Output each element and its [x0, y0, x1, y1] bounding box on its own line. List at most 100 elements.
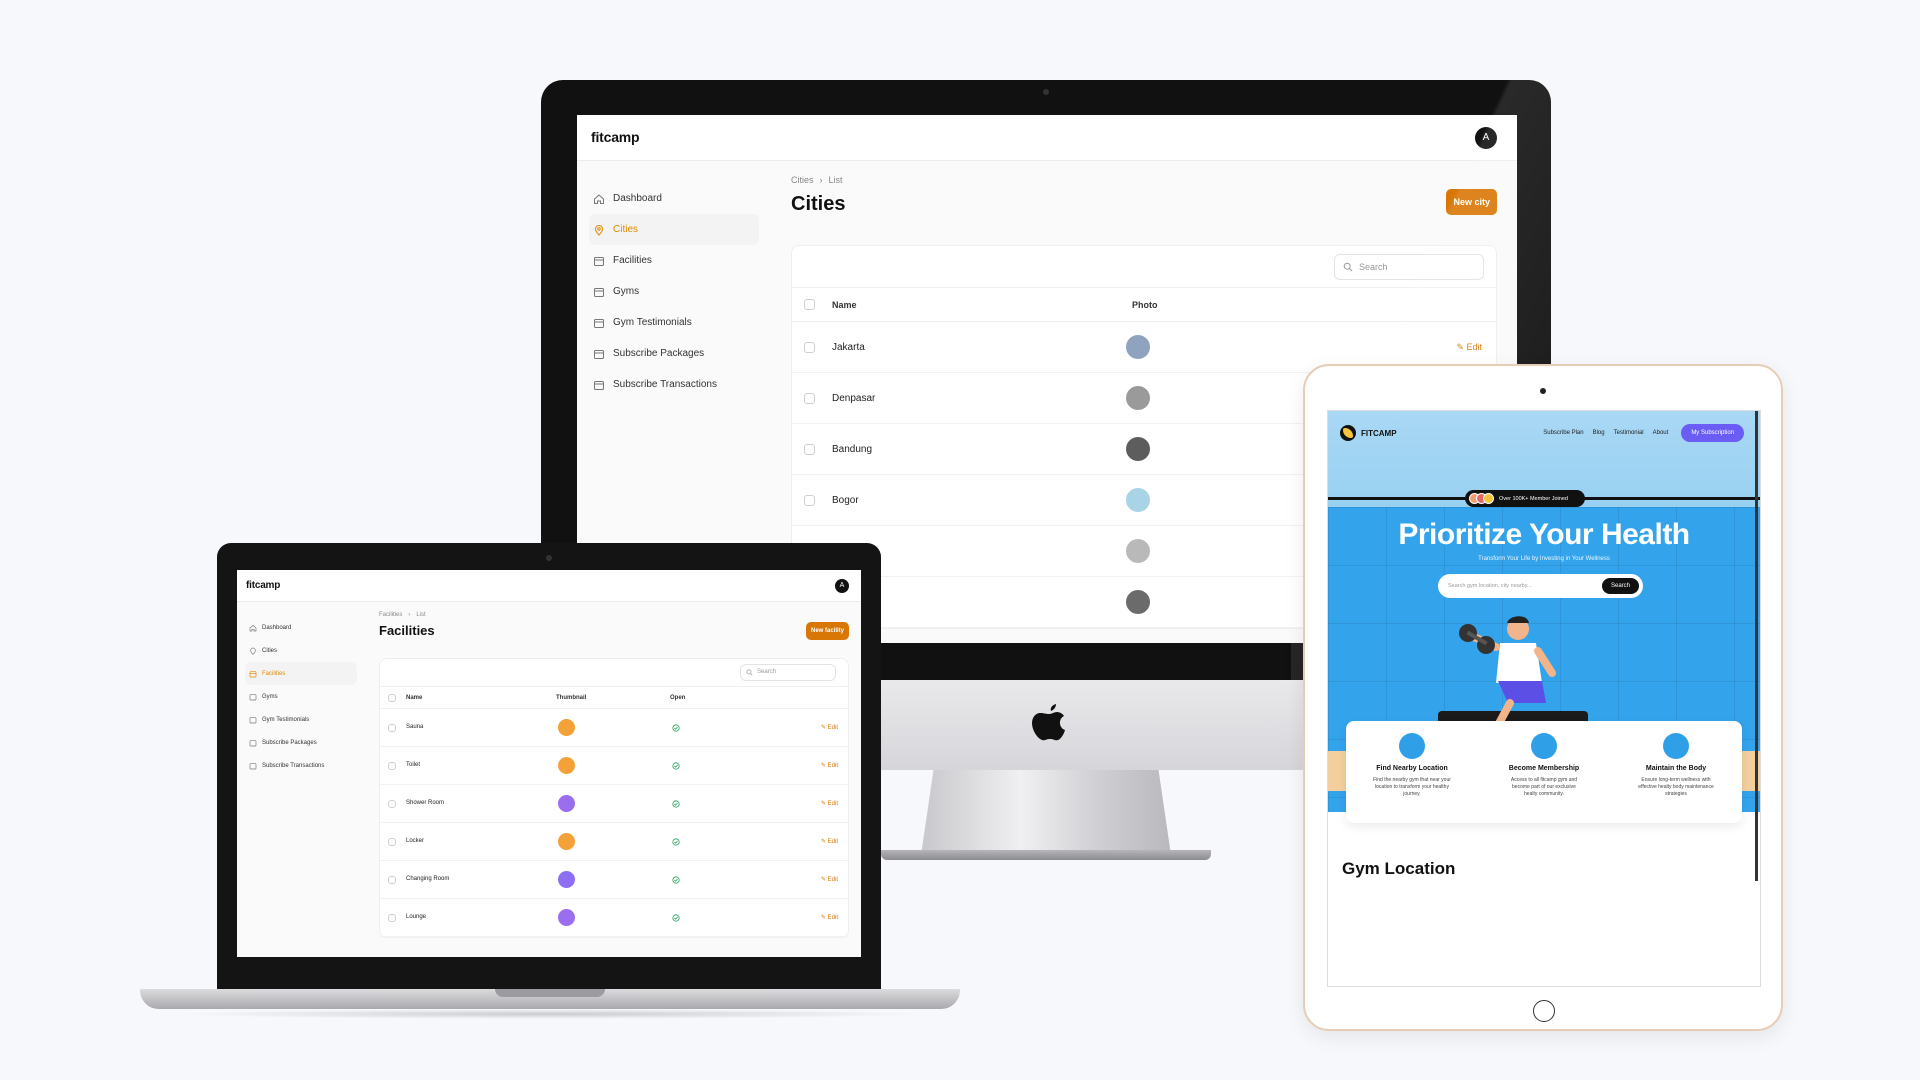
- fitcamp-logo-icon: [1340, 425, 1356, 441]
- column-header-name[interactable]: Name: [406, 695, 422, 701]
- row-name: Toilet: [406, 762, 421, 768]
- scrollbar[interactable]: [1755, 411, 1758, 881]
- row-thumbnail: [558, 909, 575, 926]
- avatar[interactable]: A: [835, 579, 849, 593]
- row-thumbnail: [1126, 488, 1150, 512]
- column-header-thumbnail[interactable]: Thumbnail: [556, 695, 586, 701]
- breadcrumb-item: List: [416, 612, 426, 618]
- sidebar-item-dashboard[interactable]: Dashboard: [245, 616, 357, 639]
- search-button[interactable]: Search: [1601, 578, 1639, 594]
- table-row[interactable]: Toilet ✎ Edit: [380, 747, 848, 785]
- row-checkbox[interactable]: [388, 838, 396, 846]
- edit-button[interactable]: ✎ Edit: [821, 762, 838, 769]
- home-icon: [249, 624, 257, 631]
- new-facility-button[interactable]: New facility: [805, 622, 849, 640]
- map-pin-icon: [250, 647, 256, 655]
- sidebar-item-gyms[interactable]: Gyms: [245, 685, 357, 708]
- home-button[interactable]: [1533, 1000, 1555, 1022]
- row-name: Bogor: [832, 495, 859, 506]
- open-check-icon: [672, 800, 680, 808]
- edit-label: Edit: [1466, 342, 1482, 352]
- edit-icon: ✎: [820, 763, 828, 769]
- edit-button[interactable]: ✎ Edit: [821, 838, 838, 845]
- column-header-name[interactable]: Name: [832, 300, 857, 310]
- edit-icon: ✎: [820, 725, 828, 731]
- breadcrumb-item: List: [828, 175, 843, 185]
- breadcrumb-item[interactable]: Facilities: [379, 612, 402, 618]
- breadcrumb-item[interactable]: Cities: [791, 175, 814, 185]
- search-input[interactable]: Search: [740, 664, 836, 681]
- nav-link-blog[interactable]: Blog: [1593, 430, 1605, 436]
- edit-label: Edit: [827, 725, 838, 731]
- nav-link-subscribe-plan[interactable]: Subscribe Plan: [1543, 430, 1583, 436]
- row-checkbox[interactable]: [804, 393, 815, 404]
- open-check-icon: [672, 876, 680, 884]
- member-avatar: [1483, 493, 1494, 504]
- sidebar-item-subscribe-packages[interactable]: Subscribe Packages: [245, 731, 357, 754]
- sidebar-item-gym-testimonials[interactable]: Gym Testimonials: [589, 307, 759, 338]
- sidebar-item-dashboard[interactable]: Dashboard: [589, 183, 759, 214]
- box-icon: [594, 287, 604, 297]
- select-all-checkbox[interactable]: [388, 693, 396, 702]
- new-city-button[interactable]: New city: [1446, 189, 1497, 215]
- apple-logo-icon: [1032, 704, 1065, 741]
- sidebar-item-label: Gym Testimonials: [613, 317, 692, 328]
- select-all-checkbox[interactable]: [804, 299, 815, 310]
- sidebar-item-label: Subscribe Packages: [262, 739, 317, 746]
- map-pin-icon: [594, 224, 604, 236]
- edit-button[interactable]: ✎ Edit: [1456, 342, 1482, 353]
- avatar[interactable]: A: [1475, 127, 1497, 149]
- sidebar-item-cities[interactable]: Cities: [245, 639, 357, 662]
- table-row[interactable]: Changing Room ✎ Edit: [380, 861, 848, 899]
- column-header-open[interactable]: Open: [670, 695, 685, 701]
- sidebar-item-cities[interactable]: Cities: [589, 214, 759, 245]
- table-row[interactable]: Lounge ✎ Edit: [380, 899, 848, 937]
- row-checkbox[interactable]: [804, 342, 815, 353]
- row-checkbox[interactable]: [388, 876, 396, 884]
- column-header-photo[interactable]: Photo: [1132, 300, 1158, 310]
- sidebar-item-subscribe-transactions[interactable]: Subscribe Transactions: [245, 754, 357, 777]
- table-row[interactable]: Sauna ✎ Edit: [380, 709, 848, 747]
- row-checkbox[interactable]: [388, 914, 396, 922]
- laptop-notch: [495, 989, 605, 997]
- sidebar-item-facilities[interactable]: Facilities: [589, 245, 759, 276]
- row-checkbox[interactable]: [804, 495, 815, 506]
- box-icon: [594, 256, 604, 266]
- search-input[interactable]: Search: [1334, 254, 1484, 280]
- edit-button[interactable]: ✎ Edit: [821, 724, 838, 731]
- row-checkbox[interactable]: [804, 444, 815, 455]
- row-name: Sauna: [406, 724, 424, 730]
- box-icon: [249, 739, 257, 746]
- open-check-icon: [672, 762, 680, 770]
- sidebar-item-gyms[interactable]: Gyms: [589, 276, 759, 307]
- edit-button[interactable]: ✎ Edit: [821, 914, 838, 921]
- edit-button[interactable]: ✎ Edit: [821, 800, 838, 807]
- feature-description: Ensure long-term wellness with effective…: [1638, 777, 1714, 797]
- sidebar-item-subscribe-packages[interactable]: Subscribe Packages: [589, 338, 759, 369]
- table-toolbar: Search: [380, 659, 848, 687]
- hero-subheadline: Transform Your Life by Investing in Your…: [1478, 556, 1610, 562]
- table-row[interactable]: Locker ✎ Edit: [380, 823, 848, 861]
- edit-button[interactable]: ✎ Edit: [821, 876, 838, 883]
- sidebar-item-facilities[interactable]: Facilities: [245, 662, 357, 685]
- feature-cards: Find Nearby Location Find the nearby gym…: [1346, 721, 1742, 823]
- landing-logo[interactable]: FITCAMP: [1361, 429, 1397, 438]
- sidebar-item-label: Cities: [262, 647, 278, 654]
- nav-link-testimonial[interactable]: Testimonial: [1614, 430, 1644, 436]
- brand-logo[interactable]: fitcamp: [246, 580, 280, 591]
- box-icon: [249, 693, 257, 700]
- row-checkbox[interactable]: [388, 762, 396, 770]
- table-row[interactable]: Shower Room ✎ Edit: [380, 785, 848, 823]
- row-checkbox[interactable]: [388, 800, 396, 808]
- feature-title: Find Nearby Location: [1376, 765, 1448, 772]
- row-checkbox[interactable]: [388, 724, 396, 732]
- my-subscription-button[interactable]: My Subscription: [1681, 424, 1744, 442]
- laptop-screen: fitcamp A Dashboard Cities Facilities Gy…: [237, 570, 861, 957]
- gym-search-input[interactable]: Search gym location, city nearby... Sear…: [1438, 574, 1643, 598]
- laptop-shadow: [170, 1009, 930, 1019]
- feature-description: Find the nearby gym that near your locat…: [1373, 777, 1451, 797]
- brand-logo[interactable]: fitcamp: [591, 129, 640, 145]
- nav-link-about[interactable]: About: [1653, 430, 1669, 436]
- sidebar-item-gym-testimonials[interactable]: Gym Testimonials: [245, 708, 357, 731]
- sidebar-item-subscribe-transactions[interactable]: Subscribe Transactions: [589, 369, 759, 400]
